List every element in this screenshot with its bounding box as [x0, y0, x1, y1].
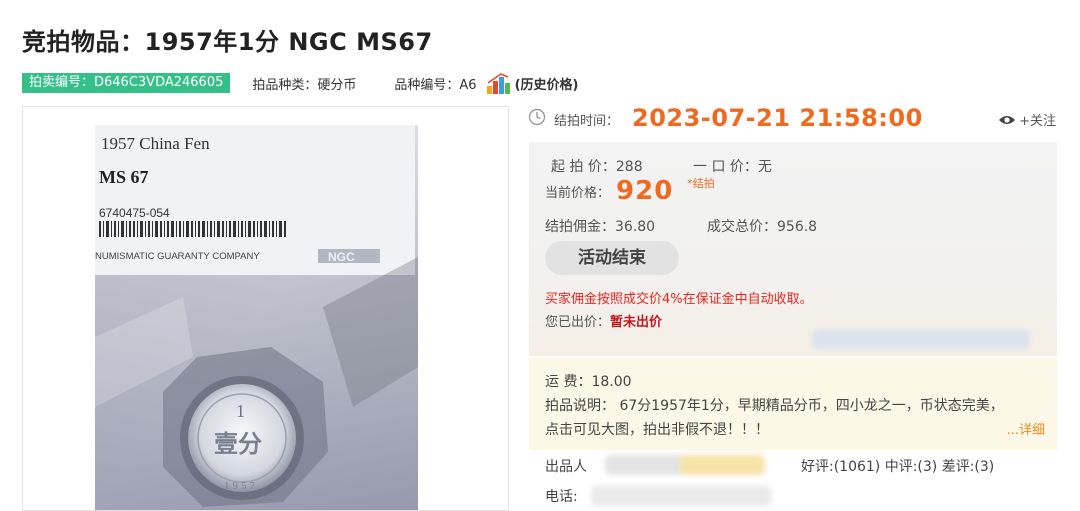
history-price-link[interactable]: (历史价格) [515, 74, 579, 93]
my-bid-row: 您已出价：暂未出价 [545, 311, 662, 330]
buy-now-price: 一 口 价：无 [693, 159, 772, 175]
info-panel: 运 费：18.00 拍品说明： 67分1957年1分，早期精品分币，四小龙之一，… [529, 358, 1057, 450]
price-chart-icon[interactable] [485, 71, 511, 95]
slab-cert: 6740475-054 [99, 206, 170, 220]
details-link[interactable]: ...详细 [1007, 419, 1045, 438]
follow-button[interactable]: +关注 [998, 110, 1056, 129]
commission-notice: 买家佣金按照成交价4%在保证金中自动收取。 [545, 292, 813, 307]
follow-label: +关注 [1019, 114, 1056, 129]
coin-year: 1957 [224, 480, 258, 492]
end-time-label: 结拍时间： [554, 114, 620, 129]
commission: 结拍佣金：36.80 [545, 219, 656, 235]
clock-icon [528, 108, 546, 126]
my-bid-value: 暂未出价 [610, 315, 663, 330]
coin-text: 壹分 [214, 429, 262, 458]
end-time-value: 2023-07-21 21:58:00 [632, 104, 923, 132]
total-price: 成交总价：956.8 [707, 219, 818, 235]
phone-blurred [591, 486, 771, 506]
closed-tag: *结拍 [687, 177, 715, 190]
description: 拍品说明： 67分1957年1分，早期精品分币，四小龙之一，币状态完美， [545, 398, 1004, 414]
shipping-fee: 运 费：18.00 [545, 374, 632, 390]
seller-name-blurred [605, 455, 685, 475]
start-price: 起 拍 价：288 [551, 159, 643, 175]
current-price: 920 [616, 176, 674, 206]
phone-row: 电话: [545, 486, 771, 506]
page-title: 竞拍物品：1957年1分 NGC MS67 [22, 28, 433, 56]
description-line2: 点击可见大图，拍出非假不退！！！ [545, 422, 769, 438]
slab-company: NUMISMATIC GUARANTY COMPANY [95, 251, 260, 262]
coin-slab-image: 1957 China Fen MS 67 6740475-054 NUMISMA… [95, 125, 418, 510]
item-code-label: 品种编号：A6 [394, 77, 477, 93]
current-price-label: 当前价格： [545, 185, 611, 201]
lot-number-badge: 拍卖编号：D646C3VDA246605 [22, 73, 231, 93]
slab-line1: 1957 China Fen [101, 134, 210, 153]
slab-grade: MS 67 [99, 167, 149, 187]
end-time-row: 结拍时间： 2023-07-21 21:58:00 +关注 [528, 104, 1058, 134]
seller-row: 出品人 好评:(1061) 中评:(3) 差评:(3) [545, 455, 1057, 476]
meta-row: 拍卖编号：D646C3VDA246605 拍品种类：硬分币 品种编号：A6 (历… [22, 71, 579, 95]
coin-value: 1 [236, 401, 245, 421]
auction-status-button[interactable]: 活动结束 [545, 241, 679, 275]
price-panel: 起 拍 价：288 一 口 价：无 当前价格： 920 *结拍 结拍佣金：36.… [529, 142, 1057, 356]
item-photo[interactable]: 1957 China Fen MS 67 6740475-054 NUMISMA… [22, 106, 509, 511]
seller-ratings[interactable]: 好评:(1061) 中评:(3) 差评:(3) [801, 456, 994, 476]
my-bid-label: 您已出价： [545, 315, 611, 330]
seller-badge-blurred [680, 455, 765, 475]
eye-icon [999, 115, 1016, 124]
ngc-logo: NGC [328, 250, 355, 264]
seller-label: 出品人 [545, 459, 587, 475]
blurred-bar [812, 329, 1030, 349]
category-label: 拍品种类：硬分币 [252, 77, 357, 93]
phone-label: 电话: [545, 489, 578, 505]
